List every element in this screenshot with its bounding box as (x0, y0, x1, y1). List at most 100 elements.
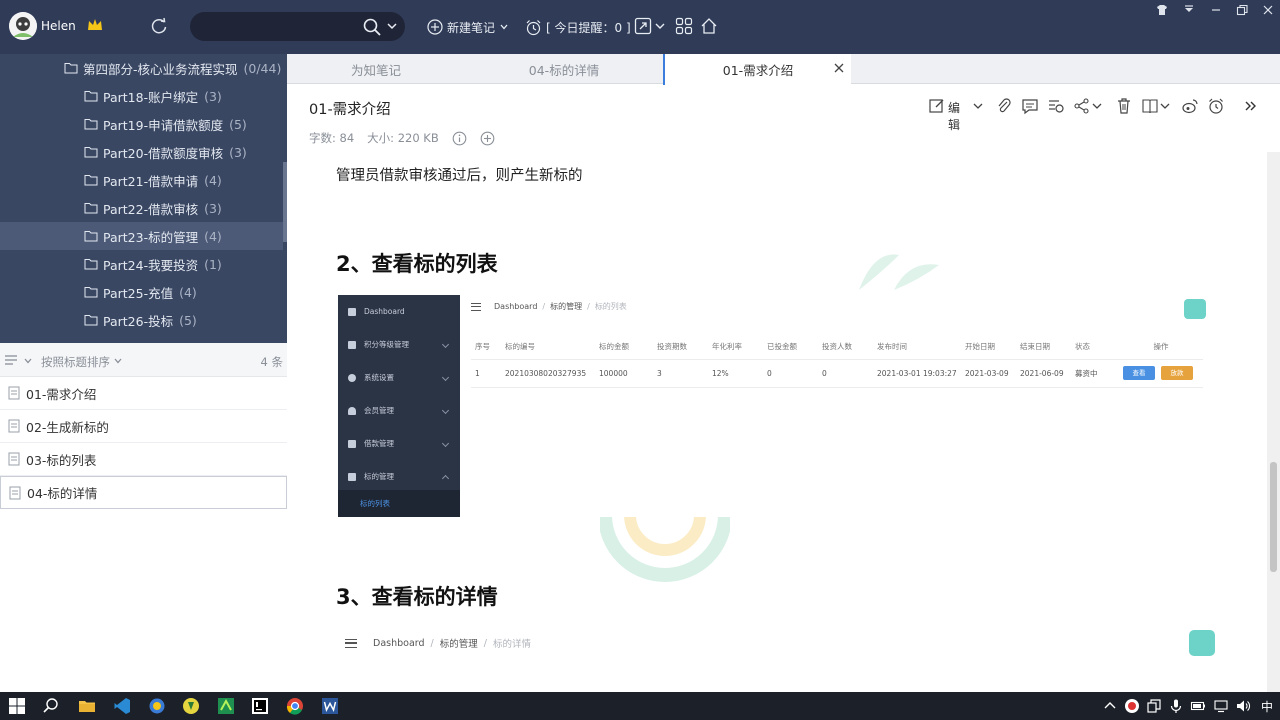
menu-icon[interactable] (1182, 3, 1196, 17)
table-header: 序号 (471, 335, 501, 360)
folder-part26[interactable]: Part26-投标 (5) (0, 306, 283, 334)
note-content[interactable]: 管理员借款审核通过后，则产生新标的 2、查看标的列表 Dashboard 积分等… (287, 152, 1267, 692)
chevron-down-icon[interactable] (113, 356, 123, 366)
heading-list: 2、查看标的列表 (336, 252, 498, 276)
image-sidebar: Dashboard 积分等级管理 系统设置 会员管理 借款管理 标的管理 标的列… (338, 295, 460, 517)
ide-icon[interactable] (217, 697, 235, 715)
minimize-icon[interactable] (1209, 3, 1223, 17)
tab-note-detail[interactable]: 04-标的详情 (465, 54, 663, 84)
add-tag-icon[interactable] (480, 131, 495, 146)
folder-part21[interactable]: Part21-借款申请 (4) (0, 166, 283, 194)
list-item[interactable]: 04-标的详情 (0, 476, 287, 509)
chevron-down-icon[interactable] (1159, 97, 1171, 115)
note-title: 03-标的列表 (26, 452, 97, 468)
folder-icon (84, 147, 98, 158)
double-chevron-right-icon[interactable] (1242, 97, 1260, 115)
folder-icon (84, 203, 98, 214)
chevron-down-icon[interactable] (972, 97, 984, 115)
settle-button: 放款 (1161, 366, 1193, 380)
close-icon[interactable] (1261, 3, 1275, 17)
read-mode-icon[interactable] (1141, 97, 1159, 115)
search-icon[interactable] (362, 17, 382, 37)
intellij-icon[interactable] (251, 697, 269, 715)
grid-icon[interactable] (674, 16, 694, 36)
chevron-down-icon[interactable] (386, 20, 398, 32)
reminder-button[interactable]: [ 今日提醒：0 ] (525, 17, 631, 37)
chevron-down-icon[interactable] (654, 16, 666, 36)
home-icon[interactable] (699, 16, 719, 36)
user-avatar[interactable] (9, 12, 37, 40)
table-cell: 2021-06-09 (1016, 359, 1071, 388)
sort-label[interactable]: 按照标题排序 (41, 354, 110, 370)
note-title[interactable]: 01-需求介绍 (309, 98, 391, 119)
folder-part19[interactable]: Part19-申请借款额度 (5) (0, 110, 283, 138)
folder-part4[interactable]: 第四部分-核心业务流程实现 (0/44) (0, 54, 283, 82)
app-icon[interactable] (182, 697, 200, 715)
chevron-down-icon[interactable] (23, 356, 33, 366)
battery-icon[interactable] (1190, 698, 1206, 714)
list-item[interactable]: 03-标的列表 (0, 443, 287, 476)
folder-part20[interactable]: Part20-借款额度审核 (3) (0, 138, 283, 166)
attachment-icon[interactable] (995, 97, 1013, 115)
ime-indicator[interactable]: 中 (1261, 698, 1273, 715)
list-item[interactable]: 01-需求介绍 (0, 377, 287, 410)
edit-button[interactable]: 编辑 (948, 99, 960, 133)
trash-icon[interactable] (1115, 97, 1133, 115)
watermark-logo-icon (600, 515, 730, 582)
windows-start-icon[interactable] (8, 697, 26, 715)
table-header: 发布时间 (873, 335, 961, 360)
folder-part24[interactable]: Part24-我要投资 (1) (0, 250, 283, 278)
comment-icon[interactable] (1021, 97, 1039, 115)
table-cell: 0 (818, 359, 873, 388)
reminder-label: [ 今日提醒：0 ] (546, 20, 631, 35)
scrollbar-thumb[interactable] (1270, 462, 1277, 572)
recording-icon[interactable] (1124, 698, 1140, 714)
skin-icon[interactable] (1155, 3, 1169, 17)
chrome-icon[interactable] (286, 697, 304, 715)
copy-icon[interactable] (1146, 698, 1162, 714)
info-icon[interactable] (452, 131, 467, 146)
resize-icon[interactable] (633, 16, 653, 36)
network-icon[interactable] (1213, 698, 1229, 714)
folder-part25[interactable]: Part25-充值 (4) (0, 278, 283, 306)
word-icon[interactable] (321, 697, 339, 715)
file-explorer-icon[interactable] (78, 697, 96, 715)
share-icon[interactable] (1073, 97, 1091, 115)
list-item[interactable]: 02-生成新标的 (0, 410, 287, 443)
crown-icon[interactable] (86, 16, 104, 34)
outline-icon[interactable] (1047, 97, 1065, 115)
top-bar: Helen 新建笔记 [ 今日提醒：0 ] (0, 0, 1280, 54)
table-header: 状态 (1071, 335, 1119, 360)
content-scrollbar[interactable] (1267, 152, 1280, 692)
chevron-down-icon (500, 24, 508, 30)
folder-part23[interactable]: Part23-标的管理 (4) (0, 222, 283, 250)
note-count: 4 条 (260, 355, 283, 369)
browser-icon[interactable] (148, 697, 166, 715)
weibo-icon[interactable] (1181, 97, 1199, 115)
search-icon[interactable] (42, 697, 60, 715)
username[interactable]: Helen (41, 19, 76, 33)
tab-wiz[interactable]: 为知笔记 (287, 54, 465, 84)
close-icon[interactable] (833, 62, 845, 74)
alarm-icon[interactable] (1207, 97, 1225, 115)
list-view-icon[interactable] (4, 354, 18, 366)
table-cell: 2021-03-01 19:03:27 (873, 359, 961, 388)
microphone-icon[interactable] (1168, 698, 1184, 714)
crumb-item: Dashboard (494, 302, 538, 311)
new-note-button[interactable]: 新建笔记 (427, 17, 509, 37)
image-menu-label: 系统设置 (364, 373, 394, 382)
note-title: 04-标的详情 (27, 486, 98, 501)
vscode-icon[interactable] (113, 697, 131, 715)
chevron-down-icon[interactable] (1091, 97, 1103, 115)
sync-icon[interactable] (149, 16, 169, 36)
folder-part18[interactable]: Part18-账户绑定 (3) (0, 82, 283, 110)
tab-note-intro[interactable]: 01-需求介绍 (663, 54, 851, 85)
restore-icon[interactable] (1235, 3, 1249, 17)
document-icon (9, 486, 21, 499)
search-input[interactable] (190, 12, 405, 41)
folder-part22[interactable]: Part22-借款审核 (3) (0, 194, 283, 222)
chevron-up-icon[interactable] (1102, 698, 1118, 714)
table-cell: 0 (763, 359, 818, 388)
volume-icon[interactable] (1235, 698, 1251, 714)
edit-icon[interactable] (928, 97, 946, 115)
